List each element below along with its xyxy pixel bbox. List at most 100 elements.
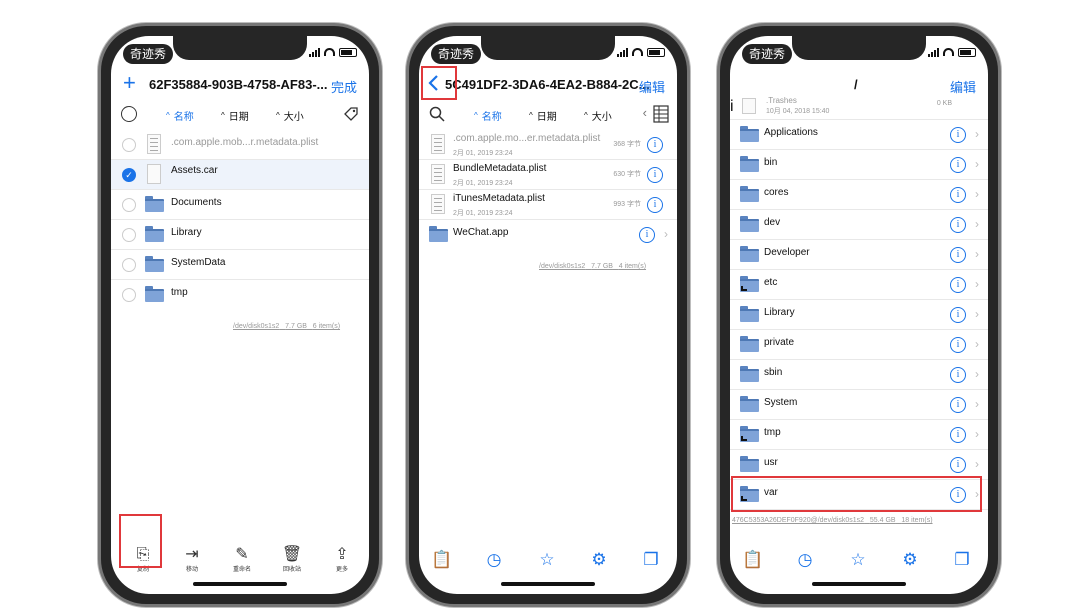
info-icon[interactable]: i xyxy=(950,217,966,233)
row-checkbox-checked[interactable]: ✓ xyxy=(122,168,136,182)
sort-by-name[interactable]: ^ 名称 xyxy=(166,108,194,123)
search-icon[interactable] xyxy=(429,106,445,122)
list-item[interactable]: dev i › xyxy=(730,210,988,240)
battery-icon xyxy=(339,47,357,57)
tag-icon[interactable] xyxy=(343,106,359,122)
row-checkbox[interactable] xyxy=(122,258,136,272)
list-item[interactable]: sbin i › xyxy=(730,360,988,390)
info-icon[interactable]: i xyxy=(950,427,966,443)
info-icon[interactable]: i xyxy=(950,157,966,173)
highlight-box-var xyxy=(731,476,982,512)
list-item[interactable]: System i › xyxy=(730,390,988,420)
star-icon[interactable]: ☆ xyxy=(847,550,869,570)
free-space: 7.7 GB xyxy=(285,323,307,330)
list-item[interactable]: bin i › xyxy=(730,150,988,180)
chevron-right-icon: › xyxy=(975,397,979,411)
file-name: System xyxy=(764,397,798,408)
info-icon[interactable]: i xyxy=(950,337,966,353)
list-item[interactable]: Applications i › xyxy=(730,120,988,150)
select-all-toggle[interactable] xyxy=(121,106,137,122)
done-button[interactable]: 完成 xyxy=(331,77,357,96)
list-item[interactable]: Developer i › xyxy=(730,240,988,270)
windows-icon[interactable]: ❐ xyxy=(640,550,662,570)
chevron-right-icon: › xyxy=(975,157,979,171)
clock-icon[interactable]: ◷ xyxy=(483,550,505,570)
info-icon[interactable]: i xyxy=(647,197,663,213)
rename-button[interactable]: ✎ 重命名 xyxy=(227,546,257,573)
clipboard-icon[interactable]: 📋 xyxy=(742,550,764,570)
info-icon[interactable]: i xyxy=(950,397,966,413)
info-icon[interactable]: i xyxy=(730,98,734,115)
sort-by-date[interactable]: ^ 日期 xyxy=(529,108,557,123)
battery-icon xyxy=(647,47,665,57)
chevron-right-icon: › xyxy=(975,247,979,261)
list-item[interactable]: .com.apple.mo...er.metadata.plist 2月 01,… xyxy=(419,130,677,160)
list-item[interactable]: Library xyxy=(111,220,369,250)
list-item[interactable]: ✓ Assets.car xyxy=(111,160,369,190)
notch xyxy=(792,36,926,60)
disk-label: /dev/disk0s1s2 xyxy=(539,263,586,270)
info-icon[interactable]: i xyxy=(950,367,966,383)
list-view-icon[interactable] xyxy=(653,105,669,123)
list-item[interactable]: cores i › xyxy=(730,180,988,210)
list-item[interactable]: .com.apple.mob...r.metadata.plist xyxy=(111,130,369,160)
row-checkbox[interactable] xyxy=(122,228,136,242)
trash-label: 回收站 xyxy=(282,567,301,573)
file-list: .com.apple.mob...r.metadata.plist ✓ Asse… xyxy=(111,130,369,310)
move-button[interactable]: ⇥ 移动 xyxy=(177,546,207,573)
info-icon[interactable]: i xyxy=(950,127,966,143)
list-item[interactable]: Library i › xyxy=(730,300,988,330)
info-icon[interactable]: i xyxy=(950,247,966,263)
info-icon[interactable]: i xyxy=(647,167,663,183)
list-item[interactable]: Documents xyxy=(111,190,369,220)
info-icon[interactable]: i xyxy=(639,227,655,243)
list-item[interactable]: tmp xyxy=(111,280,369,310)
list-item[interactable]: SystemData xyxy=(111,250,369,280)
chevron-left-icon[interactable]: ‹ xyxy=(643,105,647,120)
add-button[interactable]: + xyxy=(123,72,136,94)
gear-icon[interactable]: ⚙ xyxy=(899,550,921,570)
star-icon[interactable]: ☆ xyxy=(536,550,558,570)
list-item[interactable]: tmp i › xyxy=(730,420,988,450)
trash-button[interactable]: 🗑 回收站 xyxy=(277,546,307,573)
battery-icon xyxy=(958,47,976,57)
page-title: 5C491DF2-3DA6-4EA2-B884-2C... xyxy=(445,77,650,92)
info-icon[interactable]: i xyxy=(950,457,966,473)
folder-icon xyxy=(740,396,759,412)
file-name: Documents xyxy=(171,197,222,208)
file-list: Applications i › bin i › cores i › dev i › Developer… xyxy=(730,120,988,510)
list-item[interactable]: iTunesMetadata.plist 2月 01, 2019 23:24 9… xyxy=(419,190,677,220)
sort-by-date[interactable]: ^ 日期 xyxy=(221,108,249,123)
list-item-partial[interactable]: .Trashes 10月 04, 2018 15:40 0 KB i xyxy=(730,96,988,120)
gear-icon[interactable]: ⚙ xyxy=(588,550,610,570)
sort-name-label: 名称 xyxy=(173,112,194,123)
info-icon[interactable]: i xyxy=(950,277,966,293)
edit-button[interactable]: 编辑 xyxy=(950,77,976,96)
info-icon[interactable]: i xyxy=(950,307,966,323)
clipboard-icon[interactable]: 📋 xyxy=(431,550,453,570)
sort-date-label: 日期 xyxy=(536,112,557,123)
sort-by-size[interactable]: ^ 大小 xyxy=(276,108,304,123)
row-checkbox[interactable] xyxy=(122,138,136,152)
clock-icon[interactable]: ◷ xyxy=(794,550,816,570)
file-size: 630 字节 xyxy=(613,171,641,178)
windows-icon[interactable]: ❐ xyxy=(951,550,973,570)
info-icon[interactable]: i xyxy=(647,137,663,153)
sort-date-label: 日期 xyxy=(228,112,249,123)
list-item[interactable]: private i › xyxy=(730,330,988,360)
more-button[interactable]: ⇪ 更多 xyxy=(327,546,357,573)
sort-by-name[interactable]: ^ 名称 xyxy=(474,108,502,123)
list-item[interactable]: BundleMetadata.plist 2月 01, 2019 23:24 6… xyxy=(419,160,677,190)
wifi-icon xyxy=(632,48,643,56)
list-item[interactable]: etc i › xyxy=(730,270,988,300)
chevron-right-icon: › xyxy=(975,427,979,441)
list-item[interactable]: WeChat.app i › xyxy=(419,220,677,250)
row-checkbox[interactable] xyxy=(122,198,136,212)
info-icon[interactable]: i xyxy=(950,187,966,203)
file-name: dev xyxy=(764,217,781,228)
file-name: SystemData xyxy=(171,257,226,268)
file-name: .com.apple.mob...r.metadata.plist xyxy=(171,137,319,148)
edit-button[interactable]: 编辑 xyxy=(639,77,665,96)
sort-by-size[interactable]: ^ 大小 xyxy=(584,108,612,123)
row-checkbox[interactable] xyxy=(122,288,136,302)
